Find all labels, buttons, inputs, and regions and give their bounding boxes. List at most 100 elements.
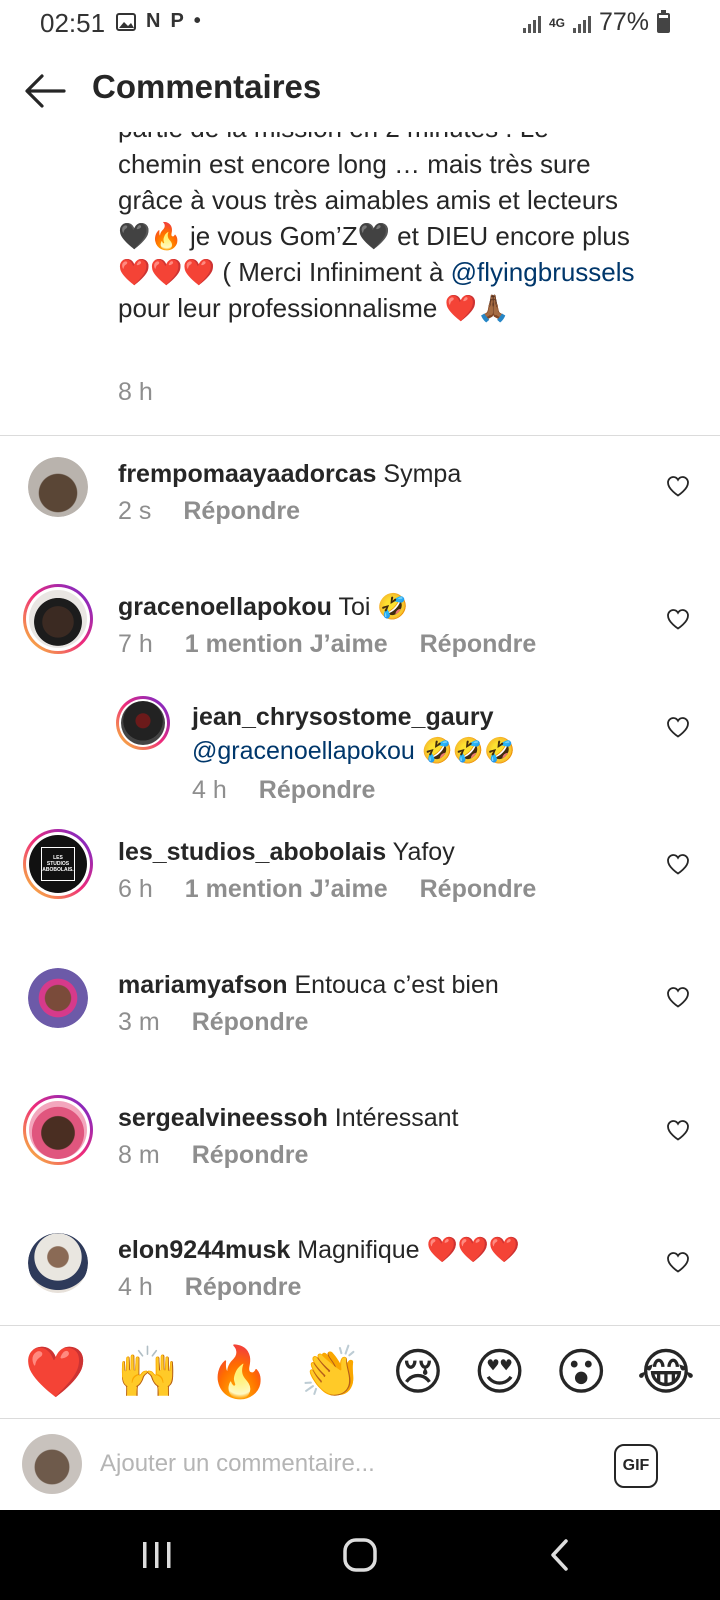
my-avatar bbox=[22, 1434, 82, 1494]
signal-icon-2 bbox=[572, 13, 591, 33]
emoji-heart-eyes-button[interactable]: 😍 bbox=[474, 1342, 526, 1402]
comment-time: 2 s bbox=[118, 497, 152, 525]
status-bar: 02:51 N P • 4G 77% bbox=[0, 0, 720, 46]
system-nav-bar bbox=[0, 1510, 720, 1600]
comment-message: Toi 🤣 bbox=[338, 593, 409, 621]
home-button[interactable] bbox=[300, 1510, 420, 1600]
comment-username[interactable]: gracenoellapokou bbox=[118, 593, 332, 621]
comment-text: elon9244musk Magnifique ❤️❤️❤️ bbox=[118, 1233, 648, 1267]
comment-time: 7 h bbox=[118, 630, 153, 658]
likes-count-link[interactable]: 1 mention J’aime bbox=[185, 875, 388, 904]
avatar[interactable] bbox=[28, 457, 88, 517]
battery-icon bbox=[657, 9, 670, 33]
avatar[interactable] bbox=[116, 696, 170, 750]
comment-text: jean_chrysostome_gaury @gracenoellapokou… bbox=[192, 700, 652, 768]
avatar-image bbox=[28, 968, 88, 1028]
comment-message: Intéressant bbox=[334, 1104, 459, 1132]
comment-meta: 6 h 1 mention J’aime Répondre bbox=[118, 875, 536, 904]
avatar-image bbox=[29, 590, 87, 648]
reply-button[interactable]: Répondre bbox=[183, 497, 300, 526]
comment-message: Yafoy bbox=[392, 838, 455, 866]
comment-message: 🤣🤣🤣 bbox=[414, 737, 516, 765]
comment-time: 4 h bbox=[192, 776, 227, 804]
emoji-raised-hands-button[interactable]: 🙌 bbox=[117, 1342, 179, 1402]
emoji-clap-button[interactable]: 👏 bbox=[300, 1342, 362, 1402]
comment-text: frempomaayaadorcas Sympa bbox=[118, 457, 648, 491]
comment-composer: GIF bbox=[0, 1420, 720, 1508]
app-p-icon: P bbox=[170, 10, 184, 32]
caption-text: partie de la mission en 2 minutes . Le c… bbox=[118, 132, 648, 326]
avatar-image bbox=[29, 1101, 87, 1159]
comment-username[interactable]: jean_chrysostome_gaury bbox=[192, 700, 652, 734]
comment-username[interactable]: frempomaayaadorcas bbox=[118, 460, 376, 488]
more-notifications-dot-icon: • bbox=[193, 10, 201, 32]
comment-meta: 2 s Répondre bbox=[118, 497, 300, 526]
comment-message: Sympa bbox=[383, 460, 462, 488]
like-heart-icon[interactable] bbox=[666, 1251, 690, 1273]
avatar[interactable] bbox=[28, 968, 88, 1028]
top-bar: Commentaires bbox=[0, 50, 720, 132]
comment-username[interactable]: elon9244musk bbox=[118, 1236, 290, 1264]
comment-username[interactable]: les_studios_abobolais bbox=[118, 838, 386, 866]
like-heart-icon[interactable] bbox=[666, 853, 690, 875]
avatar-image: LES STUDIOS ABOBOLAIS. bbox=[29, 835, 87, 893]
app-n-icon: N bbox=[146, 10, 161, 32]
caption-line-cut: partie de la mission en 2 minutes . Le bbox=[118, 132, 648, 146]
like-heart-icon[interactable] bbox=[666, 716, 690, 738]
reply-button[interactable]: Répondre bbox=[420, 875, 537, 904]
comment-mention-link[interactable]: @gracenoellapokou bbox=[192, 737, 415, 765]
avatar-image bbox=[28, 1233, 88, 1293]
like-heart-icon[interactable] bbox=[666, 608, 690, 630]
reply-button[interactable]: Répondre bbox=[192, 1008, 309, 1037]
emoji-sad-button[interactable]: 😢 bbox=[392, 1342, 444, 1402]
gif-button[interactable]: GIF bbox=[614, 1444, 658, 1488]
status-time: 02:51 bbox=[40, 8, 106, 38]
comment-time: 3 m bbox=[118, 1008, 160, 1036]
likes-count-link[interactable]: 1 mention J’aime bbox=[185, 630, 388, 659]
emoji-fire-button[interactable]: 🔥 bbox=[208, 1342, 270, 1402]
like-heart-icon[interactable] bbox=[666, 475, 690, 497]
reply-button[interactable]: Répondre bbox=[192, 1141, 309, 1170]
arrow-left-icon bbox=[25, 74, 66, 108]
comment-time: 6 h bbox=[118, 875, 153, 903]
network-type: 4G bbox=[548, 15, 565, 30]
caption-timestamp: 8 h bbox=[118, 378, 153, 406]
emoji-laughing-button[interactable]: 😂 bbox=[637, 1342, 695, 1402]
reply-button[interactable]: Répondre bbox=[185, 1273, 302, 1302]
avatar[interactable]: LES STUDIOS ABOBOLAIS. bbox=[23, 829, 93, 899]
comment-meta: 7 h 1 mention J’aime Répondre bbox=[118, 630, 536, 659]
comment-username[interactable]: mariamyafson bbox=[118, 971, 288, 999]
chevron-left-icon bbox=[551, 1539, 568, 1571]
emoji-surprised-button[interactable]: 😮 bbox=[555, 1342, 607, 1402]
recent-apps-button[interactable] bbox=[97, 1510, 217, 1600]
page-title: Commentaires bbox=[92, 68, 322, 105]
home-icon bbox=[343, 1538, 377, 1572]
comment-username[interactable]: sergealvineessoh bbox=[118, 1104, 328, 1132]
reply-button[interactable]: Répondre bbox=[259, 776, 376, 805]
gallery-icon bbox=[116, 12, 136, 31]
back-button[interactable] bbox=[22, 68, 68, 114]
comment-text: sergealvineessoh Intéressant bbox=[118, 1101, 648, 1135]
avatar-image bbox=[121, 701, 165, 745]
system-back-button[interactable] bbox=[500, 1510, 620, 1600]
comment-message: Magnifique ❤️❤️❤️ bbox=[297, 1236, 520, 1264]
comment-time: 8 m bbox=[118, 1141, 160, 1169]
caption-body-end: pour leur professionnalisme ❤️🙏🏾 bbox=[118, 293, 510, 323]
avatar[interactable] bbox=[23, 584, 93, 654]
like-heart-icon[interactable] bbox=[666, 1119, 690, 1141]
comment-list[interactable]: frempomaayaadorcas Sympa 2 s Répondre gr… bbox=[0, 437, 720, 1325]
comment-time: 4 h bbox=[118, 1273, 153, 1301]
avatar-image bbox=[28, 457, 88, 517]
recent-apps-icon bbox=[143, 1542, 171, 1568]
avatar[interactable] bbox=[28, 1233, 88, 1293]
notification-icons: N P • bbox=[116, 10, 201, 33]
comment-text: mariamyafson Entouca c’est bien bbox=[118, 968, 648, 1002]
caption-mention-link[interactable]: @flyingbrussels bbox=[451, 257, 635, 287]
status-right: 4G 77% bbox=[522, 8, 670, 37]
comment-input[interactable] bbox=[100, 1444, 580, 1484]
avatar[interactable] bbox=[23, 1095, 93, 1165]
post-caption: partie de la mission en 2 minutes . Le c… bbox=[0, 132, 720, 436]
emoji-heart-button[interactable]: ❤️ bbox=[25, 1342, 87, 1402]
reply-button[interactable]: Répondre bbox=[420, 630, 537, 659]
like-heart-icon[interactable] bbox=[666, 986, 690, 1008]
